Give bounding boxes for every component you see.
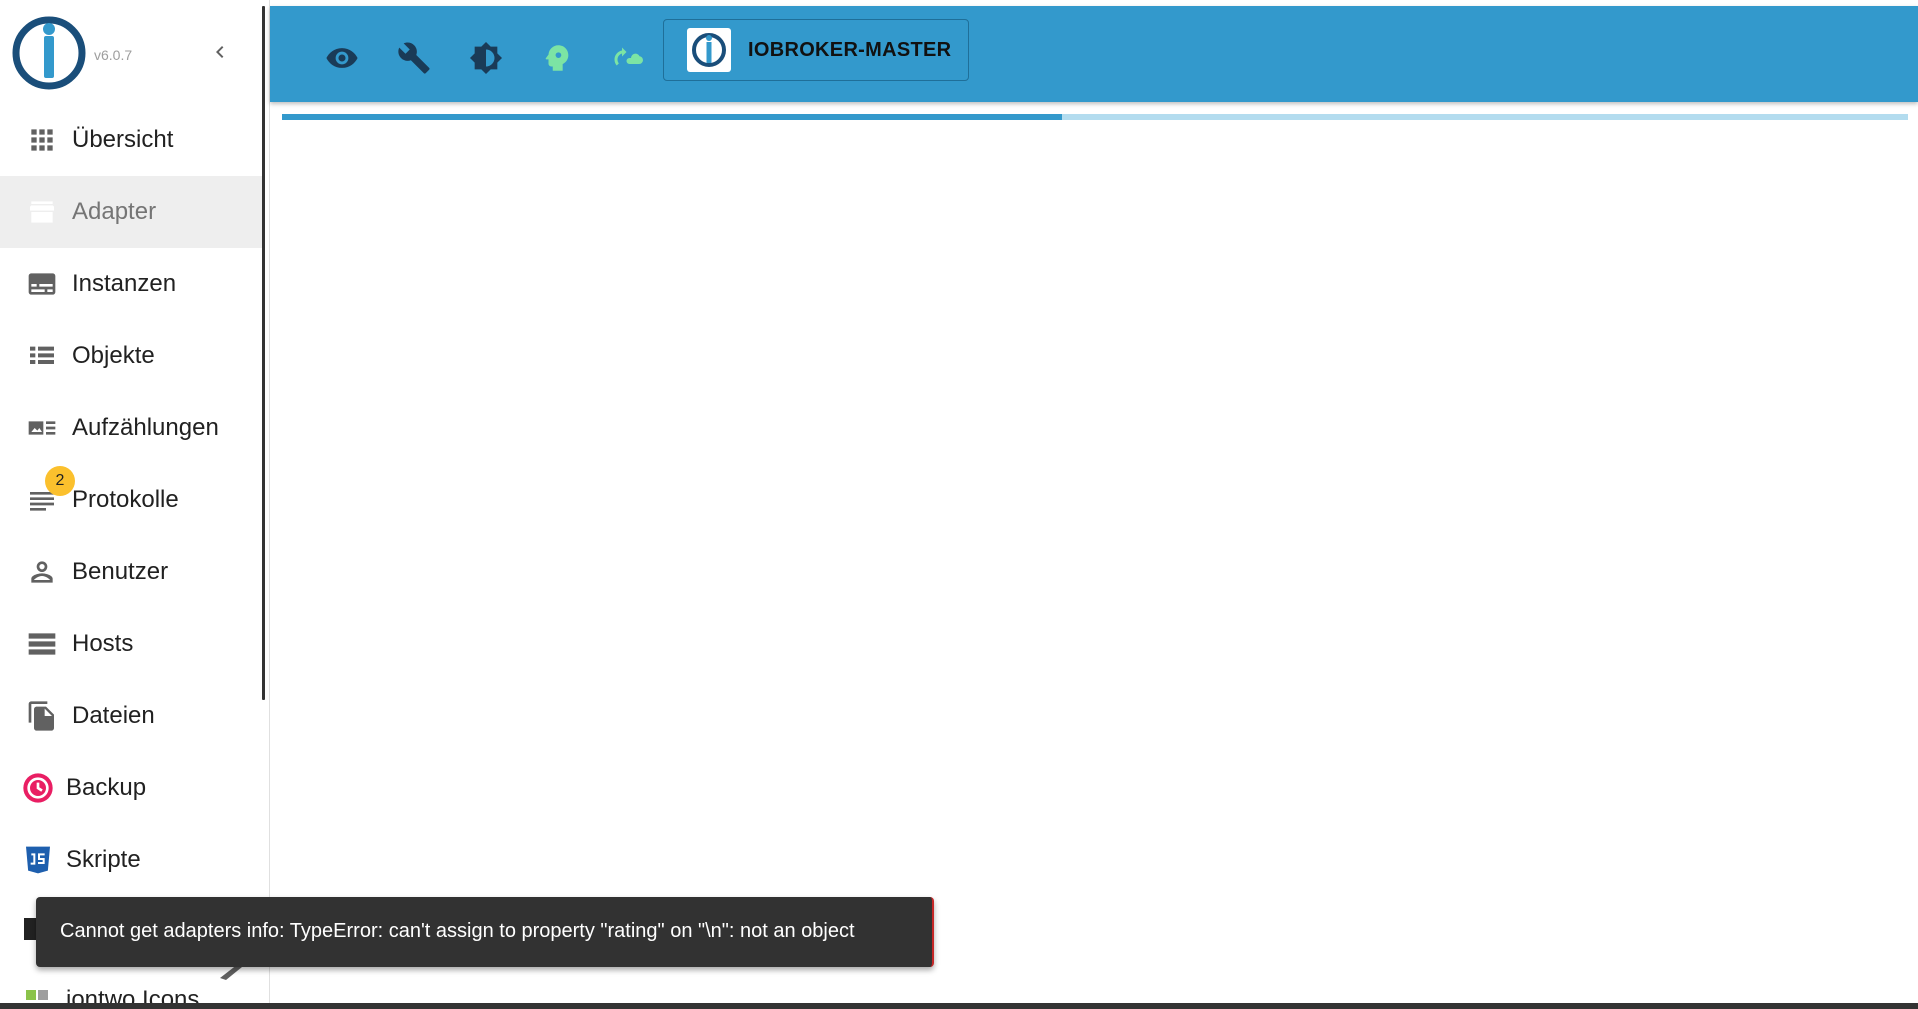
sidebar-item-label: Backup [66,774,147,801]
apps-grid-icon [31,129,53,151]
eye-button[interactable] [322,38,362,78]
sidebar-item-scripts[interactable]: Skripte [0,824,262,896]
sidebar-item-files[interactable]: Dateien [0,680,262,752]
sidebar-menu: Übersicht Adapter Instanzen Objekte Aufz… [0,104,262,896]
collapse-sidebar-chevron-icon[interactable] [208,40,232,64]
loading-progress-bar [282,114,1908,120]
sidebar-item-users[interactable]: Benutzer [0,536,262,608]
sidebar-item-label: Benutzer [72,558,169,585]
app-version: v6.0.7 [94,47,133,63]
sidebar-scrollbar[interactable] [262,6,265,700]
expert-mode-head-icon [545,45,569,71]
snackbar-message: Cannot get adapters info: TypeError: can… [60,920,855,942]
iobroker-host-icon [692,33,726,67]
window-bottom-edge [0,1003,1918,1009]
sidebar-item-label: Instanzen [72,270,177,297]
cloud-sync-icon [614,47,644,66]
backup-clock-icon [23,773,53,803]
sidebar-item-label: Übersicht [72,126,174,153]
sidebar-item-adapter[interactable]: Adapter [0,176,262,248]
settings-wrench-button[interactable] [394,38,434,78]
loading-progress-fill [282,114,1063,120]
wrench-icon [398,42,430,74]
subtitles-icon [28,273,56,295]
sidebar-item-logs[interactable]: 2 Protokolle [0,464,262,536]
sidebar-item-backup[interactable]: Backup [0,752,262,824]
sidebar-item-hosts[interactable]: Hosts [0,608,262,680]
sidebar: v6.0.7 Übersicht Adapter Instanzen Objek… [0,0,270,1009]
art-track-icon [28,421,56,435]
theme-toggle-button[interactable] [466,38,506,78]
sidebar-item-label: Skripte [66,846,141,873]
sidebar-item-label: Objekte [72,342,155,369]
sidebar-item-label: Dateien [72,702,155,729]
theme-brightness-icon [469,41,503,75]
top-app-bar: IOBROKER-MASTER [270,6,1918,102]
host-selector[interactable]: IOBROKER-MASTER [663,19,969,81]
sidebar-header: v6.0.7 [0,0,262,104]
logs-count-badge: 2 [45,466,75,496]
iobroker-logo[interactable] [12,16,86,90]
sidebar-item-label: Hosts [72,630,134,657]
sidebar-item-label: Adapter [72,198,157,225]
eye-icon [326,48,358,68]
sidebar-item-instances[interactable]: Instanzen [0,248,262,320]
view-list-icon [30,346,54,364]
sidebar-item-label: Protokolle [72,486,179,513]
sidebar-item-objects[interactable]: Objekte [0,320,262,392]
host-logo [687,28,731,72]
expert-mode-button[interactable] [537,38,577,78]
sidebar-item-overview[interactable]: Übersicht [0,104,262,176]
error-snackbar: Cannot get adapters info: TypeError: can… [36,897,934,967]
person-icon [31,561,53,583]
cloud-sync-button[interactable] [608,38,648,78]
host-name: IOBROKER-MASTER [748,39,952,61]
storage-icon [28,633,56,655]
sidebar-item-enums[interactable]: Aufzählungen [0,392,262,464]
javascript-icon [26,846,50,874]
sidebar-item-label: Aufzählungen [72,414,219,441]
store-icon [30,201,54,223]
file-copy-icon [28,701,54,731]
